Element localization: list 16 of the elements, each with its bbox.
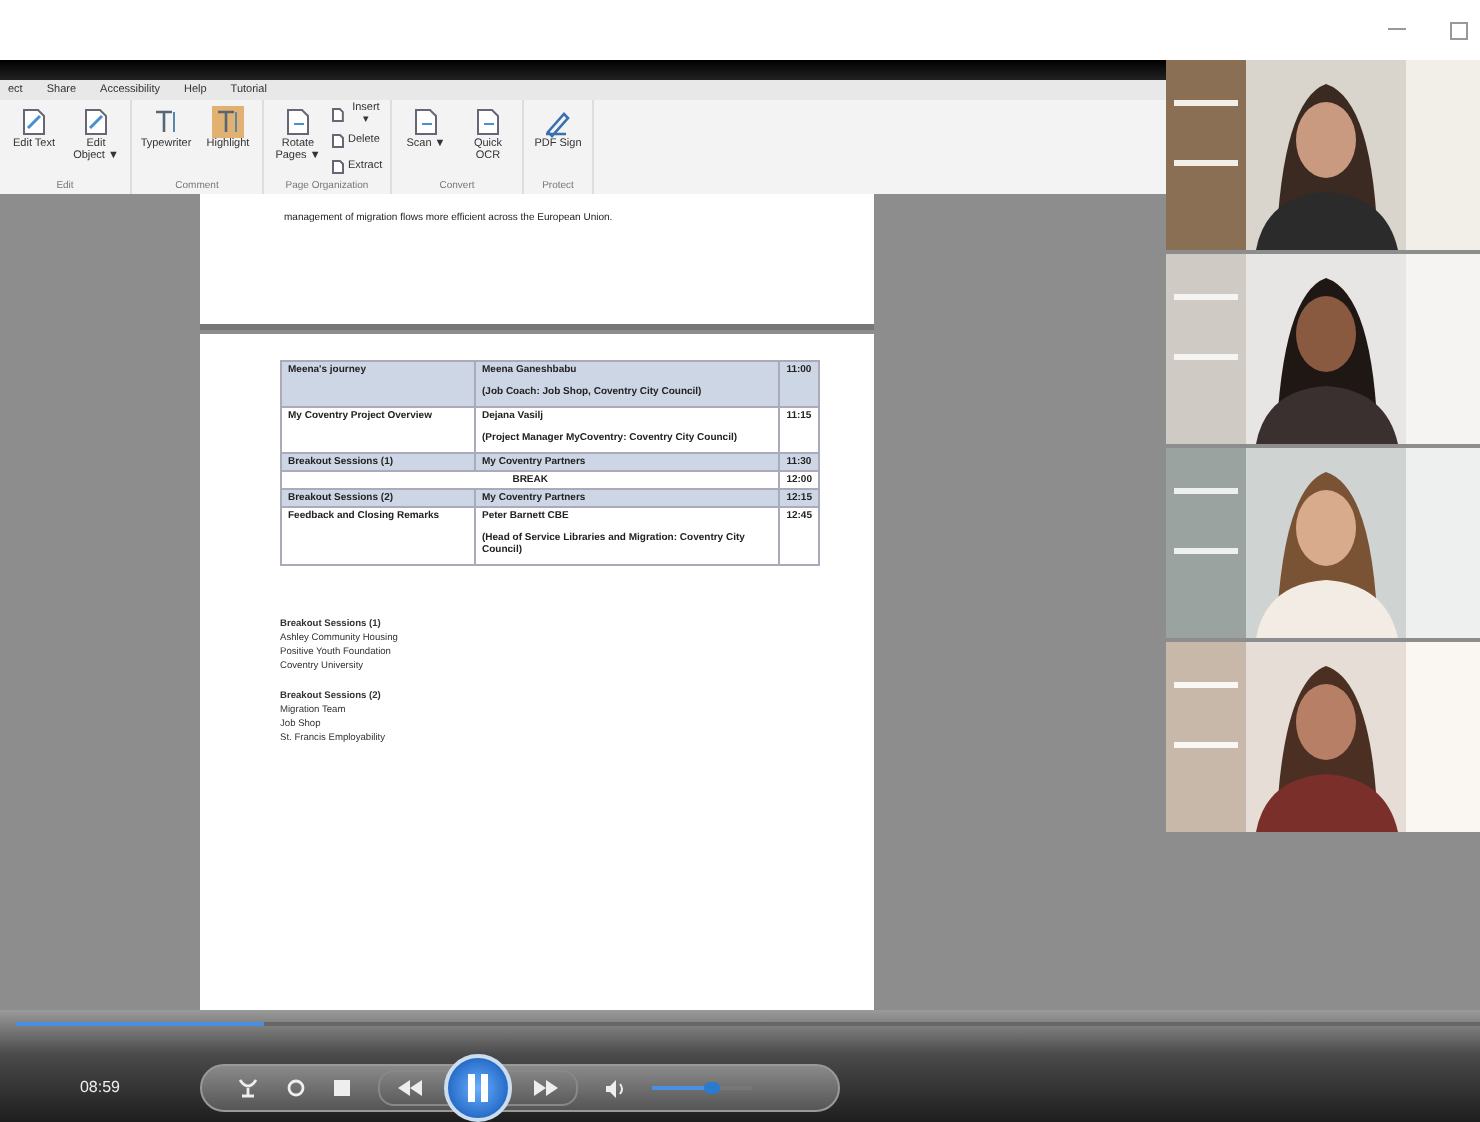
page-icon — [472, 106, 504, 138]
volume-icon[interactable] — [606, 1079, 624, 1097]
edit-icon — [18, 106, 50, 138]
maximize-icon[interactable] — [1450, 21, 1468, 39]
play-pause-button[interactable] — [444, 1054, 512, 1122]
time-label: 08:59 — [77, 1075, 123, 1095]
pause-icon — [468, 1074, 488, 1102]
page-icon — [410, 106, 442, 138]
text-icon — [212, 106, 244, 138]
repeat-icon[interactable] — [286, 1078, 306, 1098]
rewind-icon[interactable] — [396, 1080, 424, 1096]
edit-icon — [80, 106, 112, 138]
shuffle-icon[interactable] — [238, 1078, 258, 1098]
fast-forward-icon[interactable] — [532, 1080, 560, 1096]
minimize-icon[interactable] — [1388, 28, 1406, 32]
page-icon — [282, 106, 314, 138]
